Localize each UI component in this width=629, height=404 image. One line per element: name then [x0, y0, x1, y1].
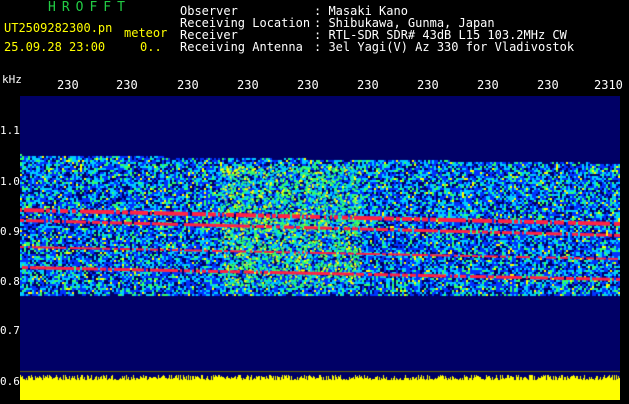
meteor-count: 0..	[140, 40, 162, 54]
y-tick-label: 0.6	[0, 375, 20, 388]
y-tick-label: 1.1	[0, 124, 20, 137]
x-tick-label: 230	[116, 78, 138, 92]
x-tick-label: 230	[297, 78, 319, 92]
file-name: UT2509282300.pn	[4, 21, 113, 35]
datetime-label: 25.09.28 23:00	[4, 40, 106, 54]
app-title: HROFFT	[48, 0, 131, 15]
spectrogram-canvas	[20, 96, 620, 400]
spectrogram-panel	[20, 96, 620, 400]
y-tick-label: 1.0	[0, 175, 20, 188]
x-tick-label: 2310	[594, 78, 623, 92]
y-tick-label: 0.8	[0, 275, 20, 288]
antenna-label: Receiving Antenna	[180, 40, 303, 54]
x-tick-label: 230	[417, 78, 439, 92]
x-tick-label: 230	[477, 78, 499, 92]
x-tick-label: 230	[537, 78, 559, 92]
x-tick-label: 230	[57, 78, 79, 92]
x-tick-label: 230	[237, 78, 259, 92]
y-axis-unit: kHz	[2, 73, 22, 86]
meteor-label: meteor	[124, 26, 168, 40]
x-tick-label: 230	[357, 78, 379, 92]
x-tick-label: 230	[177, 78, 199, 92]
y-tick-label: 0.9	[0, 225, 20, 238]
y-tick-label: 0.7	[0, 324, 20, 337]
antenna-value: : 3el Yagi(V) Az 330 for Vladivostok	[314, 40, 575, 54]
